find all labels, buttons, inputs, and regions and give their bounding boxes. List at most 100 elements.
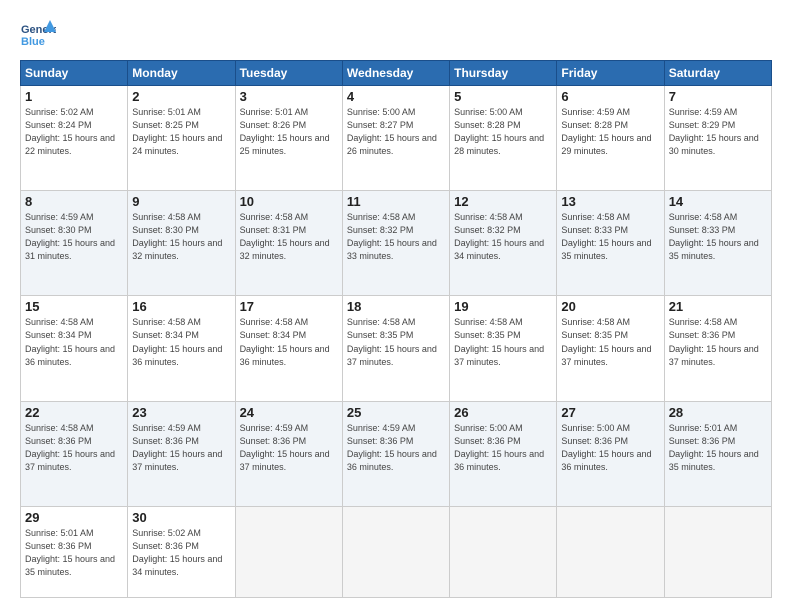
calendar-cell: 9Sunrise: 4:58 AMSunset: 8:30 PMDaylight… [128,191,235,296]
calendar-cell: 29 Sunrise: 5:01 AMSunset: 8:36 PMDayligh… [21,506,128,597]
calendar-cell [450,506,557,597]
day-info: Sunrise: 4:58 AMSunset: 8:32 PMDaylight:… [454,211,552,263]
day-info: Sunrise: 4:58 AMSunset: 8:33 PMDaylight:… [669,211,767,263]
calendar-cell: 1 Sunrise: 5:02 AMSunset: 8:24 PMDaylight… [21,86,128,191]
day-number: 13 [561,194,659,209]
logo: General Blue [20,18,56,54]
day-number: 7 [669,89,767,104]
day-info: Sunrise: 4:58 AMSunset: 8:32 PMDaylight:… [347,211,445,263]
day-info: Sunrise: 4:59 AMSunset: 8:28 PMDaylight:… [561,106,659,158]
calendar-cell: 5 Sunrise: 5:00 AMSunset: 8:28 PMDaylight… [450,86,557,191]
day-info: Sunrise: 4:58 AMSunset: 8:31 PMDaylight:… [240,211,338,263]
day-number: 14 [669,194,767,209]
day-info: Sunrise: 5:01 AMSunset: 8:36 PMDaylight:… [25,527,123,579]
day-info: Sunrise: 4:58 AMSunset: 8:34 PMDaylight:… [132,316,230,368]
calendar-cell: 16 Sunrise: 4:58 AMSunset: 8:34 PMDayligh… [128,296,235,401]
logo-svg: General Blue [20,18,56,54]
day-number: 19 [454,299,552,314]
day-number: 11 [347,194,445,209]
day-number: 15 [25,299,123,314]
day-number: 20 [561,299,659,314]
day-number: 18 [347,299,445,314]
calendar-cell: 2 Sunrise: 5:01 AMSunset: 8:25 PMDaylight… [128,86,235,191]
calendar-cell: 7 Sunrise: 4:59 AMSunset: 8:29 PMDaylight… [664,86,771,191]
calendar-cell: 3 Sunrise: 5:01 AMSunset: 8:26 PMDaylight… [235,86,342,191]
calendar-header-row: SundayMondayTuesdayWednesdayThursdayFrid… [21,61,772,86]
calendar-cell: 13Sunrise: 4:58 AMSunset: 8:33 PMDayligh… [557,191,664,296]
day-info: Sunrise: 4:59 AMSunset: 8:36 PMDaylight:… [347,422,445,474]
calendar-cell [342,506,449,597]
day-number: 29 [25,510,123,525]
day-info: Sunrise: 4:58 AMSunset: 8:35 PMDaylight:… [454,316,552,368]
day-number: 17 [240,299,338,314]
calendar-cell: 8 Sunrise: 4:59 AMSunset: 8:30 PMDaylight… [21,191,128,296]
calendar-cell: 27 Sunrise: 5:00 AMSunset: 8:36 PMDayligh… [557,401,664,506]
day-info: Sunrise: 5:01 AMSunset: 8:25 PMDaylight:… [132,106,230,158]
day-info: Sunrise: 4:59 AMSunset: 8:36 PMDaylight:… [240,422,338,474]
day-info: Sunrise: 4:58 AMSunset: 8:36 PMDaylight:… [669,316,767,368]
day-number: 16 [132,299,230,314]
day-info: Sunrise: 5:00 AMSunset: 8:27 PMDaylight:… [347,106,445,158]
calendar-cell: 30 Sunrise: 5:02 AMSunset: 8:36 PMDayligh… [128,506,235,597]
day-info: Sunrise: 5:00 AMSunset: 8:36 PMDaylight:… [561,422,659,474]
day-info: Sunrise: 4:58 AMSunset: 8:35 PMDaylight:… [347,316,445,368]
day-number: 6 [561,89,659,104]
calendar-day-header: Monday [128,61,235,86]
day-info: Sunrise: 4:59 AMSunset: 8:29 PMDaylight:… [669,106,767,158]
day-info: Sunrise: 5:02 AMSunset: 8:24 PMDaylight:… [25,106,123,158]
day-info: Sunrise: 4:59 AMSunset: 8:30 PMDaylight:… [25,211,123,263]
day-info: Sunrise: 4:58 AMSunset: 8:34 PMDaylight:… [25,316,123,368]
day-info: Sunrise: 4:59 AMSunset: 8:36 PMDaylight:… [132,422,230,474]
calendar-day-header: Thursday [450,61,557,86]
day-info: Sunrise: 4:58 AMSunset: 8:36 PMDaylight:… [25,422,123,474]
calendar-cell: 4Sunrise: 5:00 AMSunset: 8:27 PMDaylight… [342,86,449,191]
calendar-cell: 20 Sunrise: 4:58 AMSunset: 8:35 PMDayligh… [557,296,664,401]
calendar-table: SundayMondayTuesdayWednesdayThursdayFrid… [20,60,772,598]
calendar-cell: 26 Sunrise: 5:00 AMSunset: 8:36 PMDayligh… [450,401,557,506]
day-number: 23 [132,405,230,420]
calendar-cell: 18 Sunrise: 4:58 AMSunset: 8:35 PMDayligh… [342,296,449,401]
header: General Blue [20,18,772,54]
day-number: 22 [25,405,123,420]
day-info: Sunrise: 5:00 AMSunset: 8:28 PMDaylight:… [454,106,552,158]
calendar-day-header: Tuesday [235,61,342,86]
calendar-cell: 24 Sunrise: 4:59 AMSunset: 8:36 PMDayligh… [235,401,342,506]
day-info: Sunrise: 5:01 AMSunset: 8:26 PMDaylight:… [240,106,338,158]
day-number: 24 [240,405,338,420]
calendar-cell: 17 Sunrise: 4:58 AMSunset: 8:34 PMDayligh… [235,296,342,401]
calendar-day-header: Saturday [664,61,771,86]
day-number: 8 [25,194,123,209]
day-number: 5 [454,89,552,104]
day-number: 1 [25,89,123,104]
day-number: 12 [454,194,552,209]
day-number: 9 [132,194,230,209]
day-info: Sunrise: 5:02 AMSunset: 8:36 PMDaylight:… [132,527,230,579]
day-info: Sunrise: 4:58 AMSunset: 8:35 PMDaylight:… [561,316,659,368]
page: General Blue SundayMondayTuesdayWednesda… [0,0,792,612]
day-info: Sunrise: 4:58 AMSunset: 8:34 PMDaylight:… [240,316,338,368]
calendar-cell: 23 Sunrise: 4:59 AMSunset: 8:36 PMDayligh… [128,401,235,506]
day-number: 25 [347,405,445,420]
day-number: 26 [454,405,552,420]
calendar-cell: 25 Sunrise: 4:59 AMSunset: 8:36 PMDayligh… [342,401,449,506]
day-number: 21 [669,299,767,314]
day-number: 27 [561,405,659,420]
calendar-cell: 19 Sunrise: 4:58 AMSunset: 8:35 PMDayligh… [450,296,557,401]
svg-text:Blue: Blue [21,36,45,48]
day-number: 10 [240,194,338,209]
day-info: Sunrise: 5:01 AMSunset: 8:36 PMDaylight:… [669,422,767,474]
day-number: 30 [132,510,230,525]
day-number: 28 [669,405,767,420]
day-number: 3 [240,89,338,104]
calendar-cell: 12 Sunrise: 4:58 AMSunset: 8:32 PMDayligh… [450,191,557,296]
calendar-cell [664,506,771,597]
calendar-cell [235,506,342,597]
calendar-cell: 14 Sunrise: 4:58 AMSunset: 8:33 PMDayligh… [664,191,771,296]
calendar-cell [557,506,664,597]
calendar-day-header: Wednesday [342,61,449,86]
calendar-cell: 22 Sunrise: 4:58 AMSunset: 8:36 PMDayligh… [21,401,128,506]
calendar-day-header: Sunday [21,61,128,86]
calendar-cell: 6 Sunrise: 4:59 AMSunset: 8:28 PMDaylight… [557,86,664,191]
day-info: Sunrise: 5:00 AMSunset: 8:36 PMDaylight:… [454,422,552,474]
day-number: 2 [132,89,230,104]
